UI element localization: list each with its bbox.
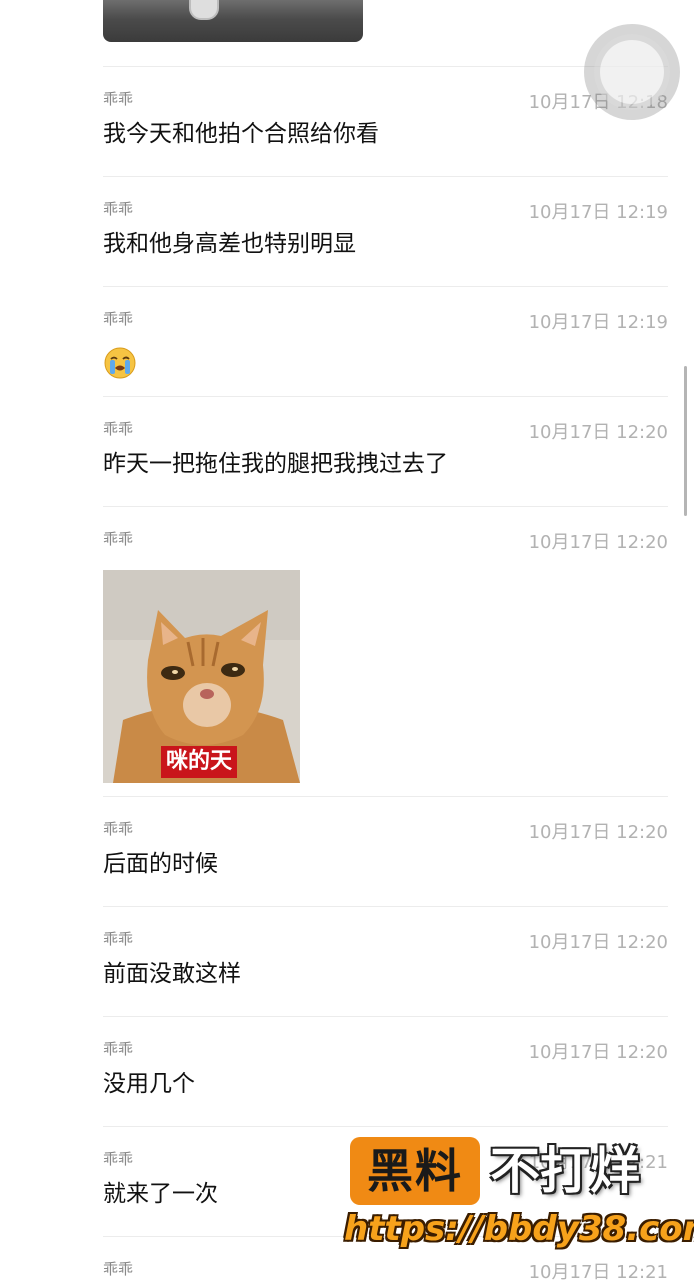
chat-message[interactable]: 乖乖 10月17日 12:20 后面的时候	[103, 818, 668, 898]
sender-name: 乖乖	[103, 930, 134, 948]
message-time: 10月17日 12:19	[528, 312, 668, 333]
message-time: 10月17日 12:20	[528, 422, 668, 443]
sender-name: 乖乖	[103, 820, 134, 838]
sender-name: 乖乖	[103, 1260, 134, 1278]
divider	[103, 906, 668, 907]
message-time: 10月17日 12:20	[528, 822, 668, 843]
sender-name: 乖乖	[103, 530, 134, 548]
message-text: 我今天和他拍个合照给你看	[103, 121, 379, 147]
divider	[103, 176, 668, 177]
message-text: 没用几个	[103, 1071, 195, 1097]
message-time: 10月17日 12:20	[528, 932, 668, 953]
message-time: 10月17日 12:19	[528, 202, 668, 223]
chat-message[interactable]: 乖乖 10月17日 12:20 昨天一把拖住我的腿把我拽过去了	[103, 418, 668, 498]
divider	[103, 396, 668, 397]
sender-name: 乖乖	[103, 420, 134, 438]
assistive-touch-icon	[600, 40, 664, 104]
divider	[103, 796, 668, 797]
message-text: 后面的时候	[103, 851, 218, 877]
sender-name: 乖乖	[103, 200, 134, 218]
message-time: 10月17日 12:20	[528, 1042, 668, 1063]
cat-sticker[interactable]: 咪的天	[103, 570, 300, 783]
message-text: 就来了一次	[103, 1181, 218, 1207]
watermark: 黑料 不打烊 https://bbdy38.com	[344, 1137, 694, 1277]
chat-message[interactable]: 乖乖 10月17日 12:19 我和他身高差也特别明显	[103, 198, 668, 278]
sender-name: 乖乖	[103, 1150, 134, 1168]
sender-name: 乖乖	[103, 1040, 134, 1058]
message-text: 我和他身高差也特别明显	[103, 231, 356, 257]
message-text: 昨天一把拖住我的腿把我拽过去了	[103, 451, 448, 477]
chat-message[interactable]: 乖乖 10月17日 12:20 没用几个	[103, 1038, 668, 1118]
divider	[103, 286, 668, 287]
message-time: 10月17日 12:20	[528, 532, 668, 553]
watermark-brand: 黑料	[350, 1137, 480, 1205]
assistive-touch-button[interactable]	[584, 24, 680, 120]
scroll-indicator[interactable]	[684, 366, 687, 516]
chat-message[interactable]: 乖乖 10月17日 12:19	[103, 308, 668, 388]
chat-message[interactable]: 乖乖 10月17日 12:20 咪的天	[103, 528, 668, 788]
photo-message-partial[interactable]	[103, 0, 363, 42]
crying-face-emoji	[103, 346, 137, 380]
photo-detail	[189, 0, 219, 20]
message-text: 前面没敢这样	[103, 961, 241, 987]
chat-message[interactable]: 乖乖 10月17日 12:18 我今天和他拍个合照给你看	[103, 88, 668, 168]
sender-name: 乖乖	[103, 310, 134, 328]
watermark-slogan: 不打烊	[490, 1142, 640, 1200]
divider	[103, 1016, 668, 1017]
sticker-caption: 咪的天	[161, 746, 238, 778]
divider	[103, 506, 668, 507]
divider	[103, 1126, 668, 1127]
watermark-url: https://bbdy38.com	[344, 1209, 694, 1249]
sender-name: 乖乖	[103, 90, 134, 108]
chat-message[interactable]: 乖乖 10月17日 12:20 前面没敢这样	[103, 928, 668, 1008]
